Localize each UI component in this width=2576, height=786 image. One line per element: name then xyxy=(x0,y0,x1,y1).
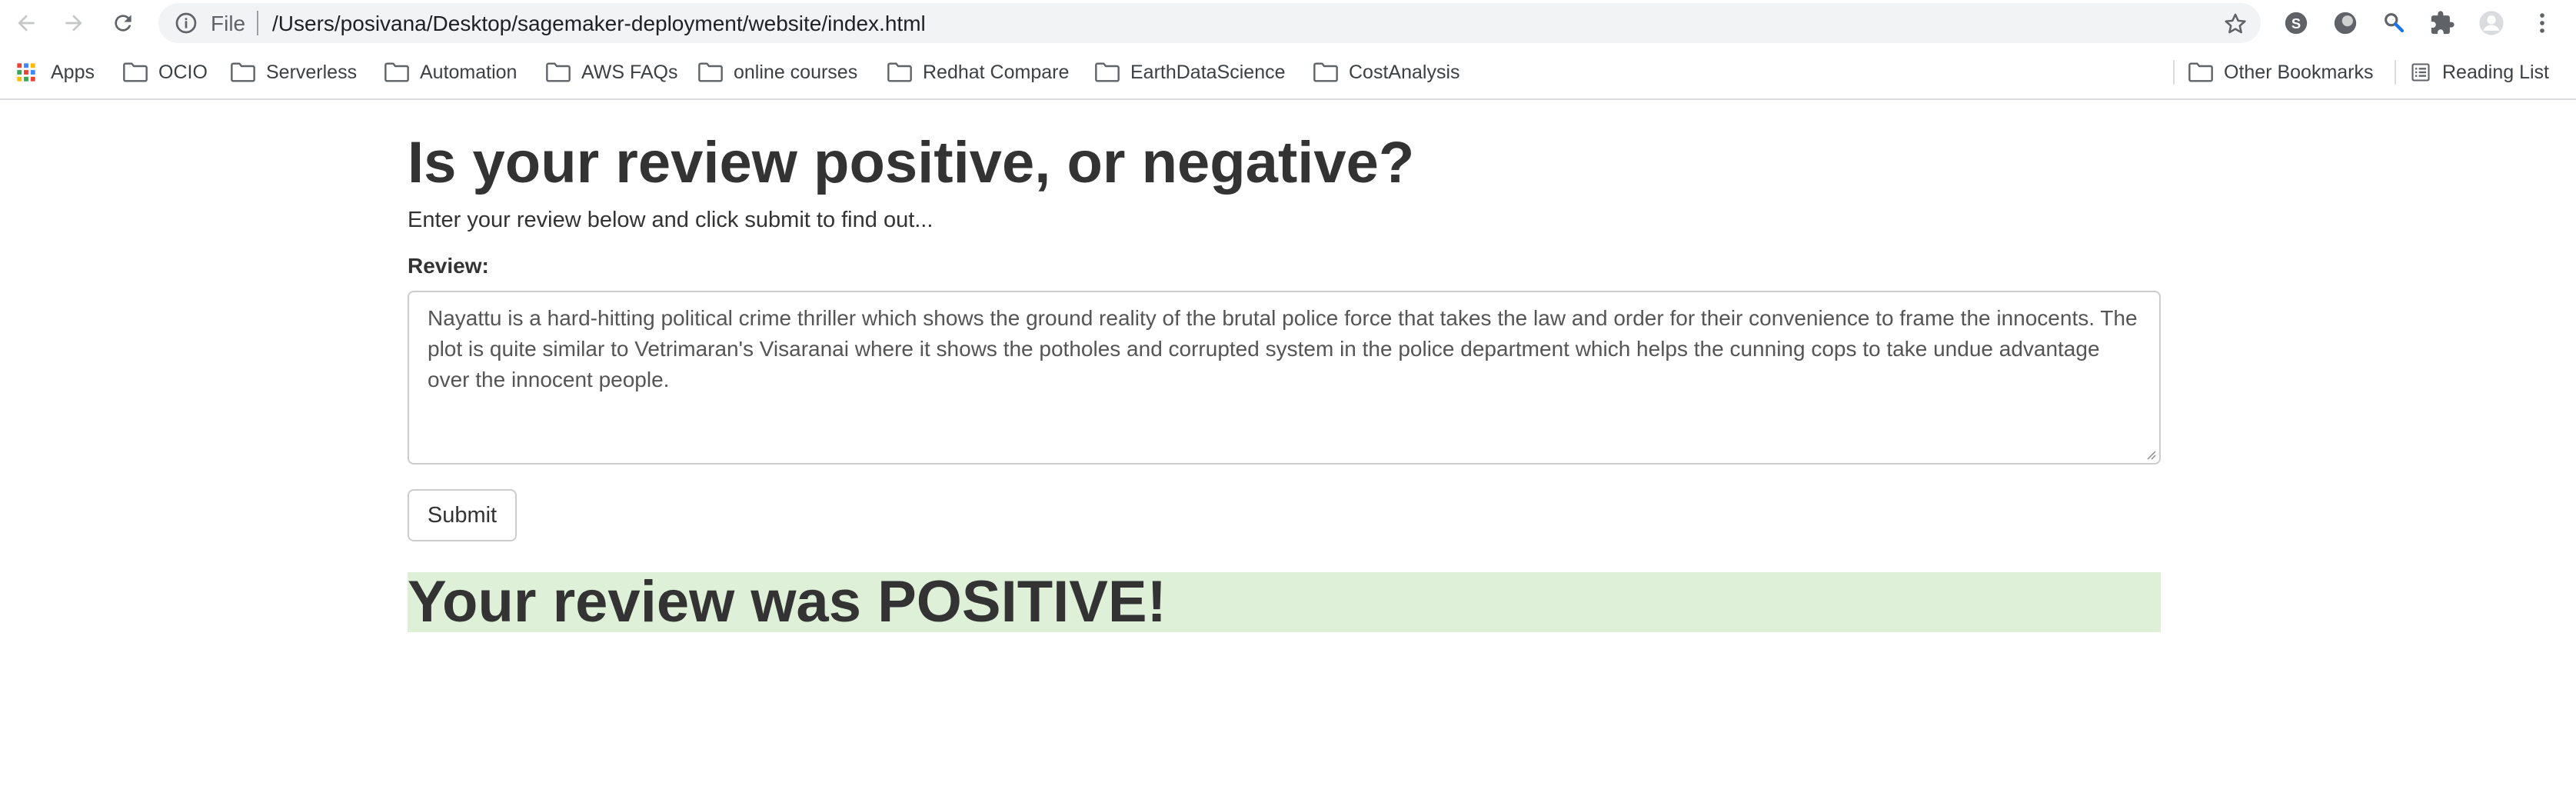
bookmark-label: Automation xyxy=(420,61,518,83)
bookmark-label: AWS FAQs xyxy=(581,61,678,83)
folder-icon xyxy=(887,62,912,82)
result-banner: Your review was POSITIVE! xyxy=(408,572,2161,632)
address-separator xyxy=(257,11,258,35)
reload-button[interactable] xyxy=(106,6,140,40)
address-scheme: File xyxy=(211,12,246,35)
bookmark-label: Apps xyxy=(51,61,95,83)
folder-icon xyxy=(231,62,255,82)
bookmark-folder-serverless[interactable]: Serverless xyxy=(231,57,357,88)
bookmarks-divider xyxy=(2173,60,2175,85)
bookmark-folder-online-courses[interactable]: online courses xyxy=(698,57,857,88)
review-textarea[interactable]: Nayattu is a hard-hitting political crim… xyxy=(408,291,2161,465)
bookmark-folder-automation[interactable]: Automation xyxy=(384,57,517,88)
folder-icon xyxy=(123,62,148,82)
svg-text:S: S xyxy=(2291,15,2301,32)
back-button[interactable] xyxy=(9,6,43,40)
reload-icon xyxy=(115,15,131,32)
star-icon[interactable] xyxy=(2222,11,2248,37)
review-text: Nayattu is a hard-hitting political crim… xyxy=(428,306,2144,391)
circle-extension-icon[interactable] xyxy=(2330,8,2361,38)
bookmark-folder-other-bookmarks[interactable]: Other Bookmarks xyxy=(2188,57,2374,88)
bookmarks-bar: Apps OCIO Serverless Automation AWS FAQs… xyxy=(0,46,2576,100)
arrow-right-icon xyxy=(65,15,82,32)
folder-icon xyxy=(1313,62,1338,82)
info-icon[interactable] xyxy=(174,11,198,35)
bookmark-label: Redhat Compare xyxy=(923,61,1070,83)
review-label: Review: xyxy=(408,254,489,278)
folder-icon xyxy=(1095,62,1120,82)
reading-list-label: Reading List xyxy=(2442,61,2549,83)
bookmark-folder-ocio[interactable]: OCIO xyxy=(123,57,208,88)
folder-icon xyxy=(698,62,723,82)
folder-icon xyxy=(384,62,409,82)
bookmark-folder-redhat-compare[interactable]: Redhat Compare xyxy=(887,57,1069,88)
menu-dots-icon[interactable] xyxy=(2527,8,2558,38)
bookmark-label: OCIO xyxy=(158,61,208,83)
resize-handle-icon[interactable] xyxy=(2144,448,2156,460)
bookmark-folder-costanalysis[interactable]: CostAnalysis xyxy=(1313,57,1460,88)
arrow-left-icon xyxy=(18,15,35,32)
bookmark-label: Serverless xyxy=(266,61,358,83)
folder-icon xyxy=(546,62,571,82)
forward-button[interactable] xyxy=(57,6,91,40)
reading-list-button[interactable]: Reading List xyxy=(2410,57,2549,88)
bookmark-apps[interactable]: Apps xyxy=(15,57,95,88)
reading-list-icon xyxy=(2411,63,2430,82)
apps-grid-icon xyxy=(17,63,35,82)
bookmark-label: CostAnalysis xyxy=(1349,61,1460,83)
browser-toolbar: File /Users/posivana/Desktop/sagemaker-d… xyxy=(0,0,2576,46)
puzzle-icon[interactable] xyxy=(2427,8,2458,38)
bookmark-label: online courses xyxy=(734,61,858,83)
result-message: Your review was POSITIVE! xyxy=(408,569,1167,634)
address-bar[interactable]: File /Users/posivana/Desktop/sagemaker-d… xyxy=(158,3,2261,43)
bookmark-folder-earthdatascience[interactable]: EarthDataScience xyxy=(1095,57,1286,88)
page-title: Is your review positive, or negative? xyxy=(408,130,1415,195)
submit-button[interactable]: Submit xyxy=(408,489,517,541)
bookmarks-divider xyxy=(2395,60,2396,85)
bookmark-folder-aws-faqs[interactable]: AWS FAQs xyxy=(546,57,677,88)
bookmark-label: Other Bookmarks xyxy=(2224,61,2374,83)
bookmark-label: EarthDataScience xyxy=(1130,61,1286,83)
profile-avatar-icon[interactable] xyxy=(2476,8,2507,38)
address-url[interactable]: /Users/posivana/Desktop/sagemaker-deploy… xyxy=(272,12,926,36)
search-extension-icon[interactable] xyxy=(2379,8,2410,38)
folder-icon xyxy=(2188,62,2213,82)
page-subtitle: Enter your review below and click submit… xyxy=(408,208,934,232)
skype-extension-icon[interactable]: S xyxy=(2281,8,2311,38)
